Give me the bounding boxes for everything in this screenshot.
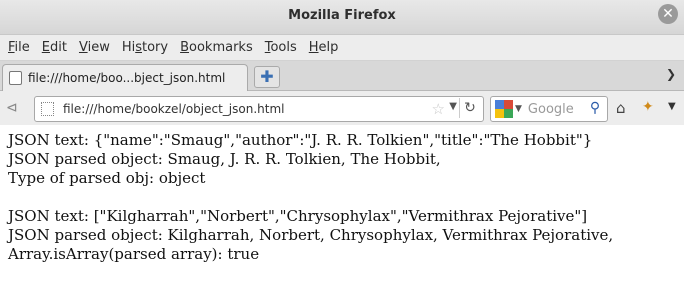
search-placeholder[interactable]: Google	[528, 102, 574, 117]
search-bar[interactable]: ▼ Google ⚲	[490, 96, 608, 122]
json-text-object: JSON text: {"name":"Smaug","author":"J. …	[8, 131, 593, 149]
menu-tools[interactable]: Tools	[260, 35, 302, 60]
bookmark-star-icon[interactable]: ☆	[432, 100, 445, 118]
menu-file[interactable]: File	[3, 35, 35, 60]
menu-help[interactable]: Help	[304, 35, 344, 60]
url-dropdown-icon[interactable]: ▼	[449, 101, 457, 112]
title-bar: Mozilla Firefox ✕	[0, 0, 684, 35]
menu-view[interactable]: View	[74, 35, 115, 60]
reload-icon[interactable]: ↻	[459, 98, 480, 118]
home-icon[interactable]: ⌂	[616, 99, 626, 117]
tab-list-icon[interactable]: ❯	[666, 67, 676, 81]
search-engine-dropdown-icon[interactable]: ▼	[515, 104, 522, 114]
menu-chevron-icon[interactable]: ▼	[668, 101, 676, 112]
search-icon[interactable]: ⚲	[586, 99, 604, 117]
new-tab-icon[interactable]: ✚	[254, 66, 280, 88]
url-bar[interactable]: file:///home/bookzel/object_json.html ☆ …	[34, 96, 484, 122]
url-text[interactable]: file:///home/bookzel/object_json.html	[63, 102, 284, 116]
tab-strip: file:///home/boo...bject_json.html ✚ ❯	[0, 61, 684, 91]
menu-history[interactable]: History	[117, 35, 173, 60]
site-identity-icon[interactable]	[41, 102, 54, 116]
browser-window: Mozilla Firefox ✕ File Edit View History…	[0, 0, 684, 300]
close-icon[interactable]: ✕	[658, 4, 678, 24]
window-title: Mozilla Firefox	[288, 8, 396, 23]
menu-bar: File Edit View History Bookmarks Tools H…	[0, 35, 684, 61]
json-parsed-object: JSON parsed object: Smaug, J. R. R. Tolk…	[8, 150, 441, 168]
tab-object-json[interactable]: file:///home/boo...bject_json.html	[2, 64, 248, 91]
google-icon[interactable]	[495, 100, 513, 118]
navigation-bar: ⊲ file:///home/bookzel/object_json.html …	[0, 91, 684, 126]
json-parsed-array: JSON parsed object: Kilgharrah, Norbert,…	[8, 226, 614, 244]
is-array-result: Array.isArray(parsed array): true	[8, 245, 260, 263]
page-content: JSON text: {"name":"Smaug","author":"J. …	[0, 125, 684, 300]
addon-icon[interactable]: ✦	[642, 99, 654, 115]
page-icon	[9, 71, 22, 85]
menu-edit[interactable]: Edit	[37, 35, 72, 60]
menu-bookmarks[interactable]: Bookmarks	[175, 35, 258, 60]
back-icon[interactable]: ⊲	[6, 100, 18, 116]
json-text-array: JSON text: ["Kilgharrah","Norbert","Chry…	[8, 207, 588, 225]
parsed-object-type: Type of parsed obj: object	[8, 169, 206, 187]
tab-label: file:///home/boo...bject_json.html	[28, 71, 226, 85]
